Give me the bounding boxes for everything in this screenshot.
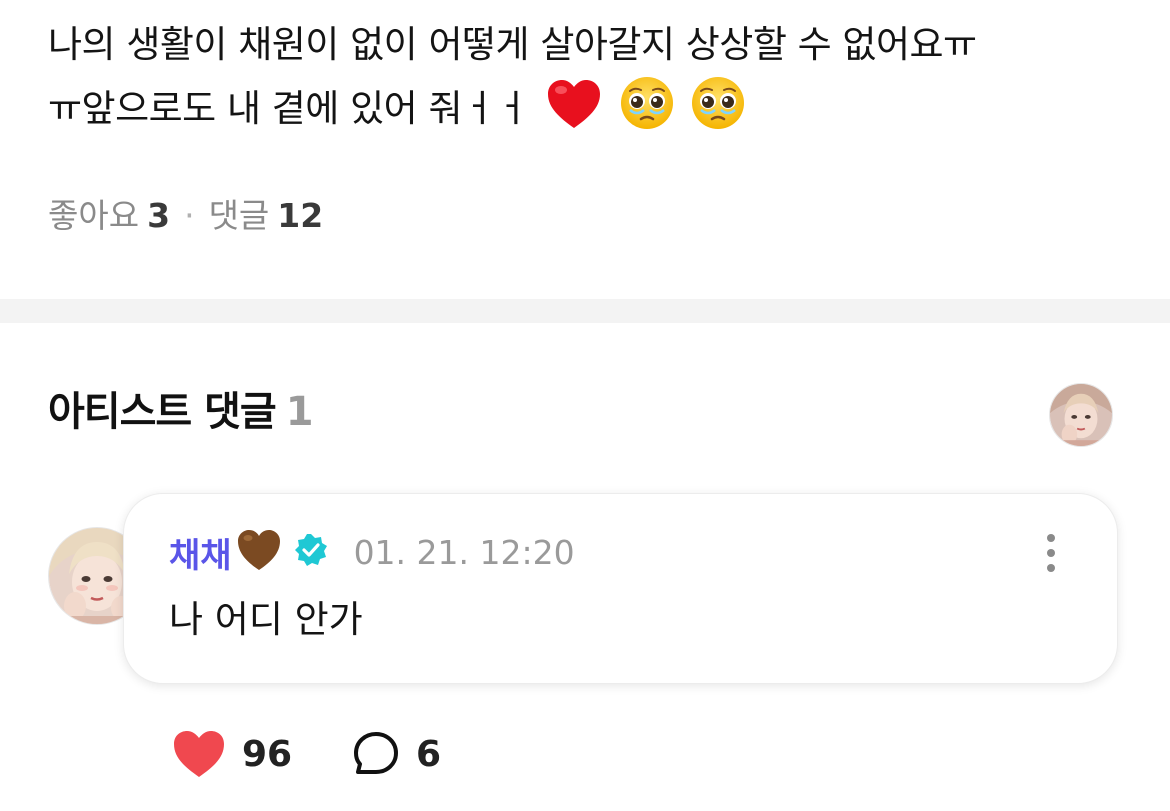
- post-detail-page: 나의 생활이 채원이 없이 어떻게 살아갈지 상상할 수 없어요ㅠ ㅠ앞으로도 …: [0, 0, 1170, 811]
- stats-separator: ·: [184, 196, 195, 235]
- reply-count: 6: [416, 733, 442, 775]
- brown-heart-icon: [236, 528, 282, 576]
- section-divider: [0, 299, 1170, 323]
- more-options-icon[interactable]: [1039, 532, 1063, 574]
- artist-comments-title: 아티스트 댓글 1: [48, 384, 314, 440]
- comment-author-row: 채채 01. 21. 12:20: [169, 526, 575, 578]
- likes-count[interactable]: 3: [147, 196, 170, 235]
- post-stats: 좋아요 3 · 댓글 12: [48, 192, 323, 240]
- comment-timestamp: 01. 21. 12:20: [353, 532, 575, 572]
- post-body: 나의 생활이 채원이 없이 어떻게 살아갈지 상상할 수 없어요ㅠ ㅠ앞으로도 …: [48, 14, 1128, 149]
- red-heart-icon: [546, 78, 602, 149]
- speech-bubble-icon: [354, 732, 398, 774]
- comments-label[interactable]: 댓글: [209, 196, 270, 235]
- pleading-face-icon: [620, 76, 674, 149]
- verified-icon: [294, 533, 328, 571]
- likes-label[interactable]: 좋아요: [48, 196, 139, 235]
- heart-icon: [174, 731, 224, 777]
- post-text-line-1: 나의 생활이 채원이 없이 어떻게 살아갈지 상상할 수 없어요ㅠ: [48, 23, 977, 66]
- artist-comment-card[interactable]: 채채 01. 21. 12:20 나 어디 안가: [123, 493, 1118, 684]
- artist-comments-title-text: 아티스트 댓글: [48, 389, 277, 435]
- comment-author-name[interactable]: 채채: [169, 528, 232, 577]
- pleading-face-icon: [691, 76, 745, 149]
- artist-comments-count: 1: [285, 389, 314, 435]
- post-text-line-2: ㅠ앞으로도 내 곁에 있어 줘ㅓㅓ: [48, 87, 530, 130]
- comments-count[interactable]: 12: [277, 196, 323, 235]
- like-count: 96: [242, 733, 293, 775]
- post-text-line-2-wrapper: ㅠ앞으로도 내 곁에 있어 줘ㅓㅓ: [48, 76, 1128, 149]
- reply-button[interactable]: 6: [352, 726, 441, 782]
- artist-avatar-small[interactable]: [1049, 383, 1113, 447]
- comment-text: 나 어디 안가: [169, 598, 363, 641]
- like-button[interactable]: 96: [172, 726, 292, 782]
